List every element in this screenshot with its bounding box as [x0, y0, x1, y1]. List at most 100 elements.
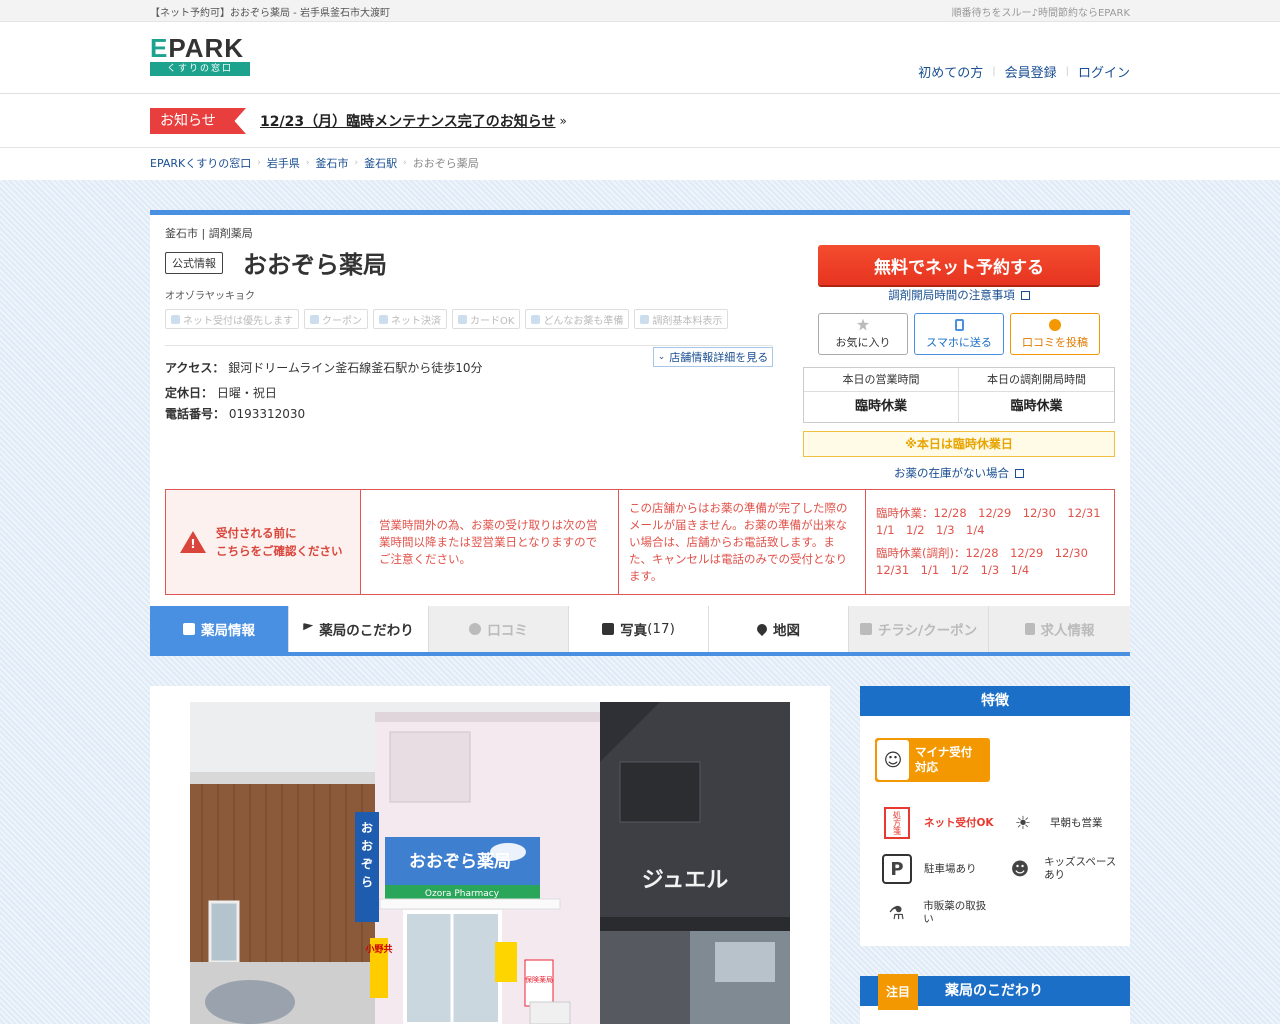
top-strip: 【ネット予約可】おおぞら薬局 - 岩手県釜石市大渡町 順番待ちをスルー♪時間節約…: [0, 0, 1280, 22]
access-label: アクセス：: [165, 361, 225, 375]
nav-first-time[interactable]: 初めての方: [918, 62, 983, 81]
nav-separator: |: [992, 65, 996, 77]
tab-commitment[interactable]: 薬局のこだわり: [289, 606, 429, 652]
neighbor-sign-text: ジュエル: [642, 867, 728, 893]
warning-box: 受付される前に こちらをご確認ください 営業時間外の為、お薬の受け取りは次の営業…: [165, 489, 1115, 595]
megaphone-icon: [171, 314, 180, 324]
medicine-icon: ⚗: [888, 902, 905, 924]
post-review-button[interactable]: 口コミを投稿: [1010, 313, 1100, 355]
warning-icon: [180, 531, 206, 553]
card-icon: [458, 314, 467, 324]
closed-days-text: 臨時休業：12/28 12/29 12/30 12/31 1/1 1/2 1/3…: [876, 506, 1113, 537]
nav-login[interactable]: ログイン: [1078, 62, 1130, 81]
features-panel: 特徴 ☺ マイナ受付 対応 処方箋 ネット受付OK ☀ 早朝も営業 P 駐車場あ…: [860, 686, 1130, 946]
yellow-poster: [495, 942, 517, 982]
vertical-sign-text: 小野共: [364, 943, 392, 955]
chevron-right-icon: ›: [403, 158, 407, 168]
shop-category: 釜石市 | 調剤薬局: [165, 227, 253, 240]
warning-hours-text: 営業時間外の為、お薬の受け取りは次の営業時間以降または翌営業日となりますのでご注…: [361, 490, 619, 594]
tab-photos[interactable]: 写真 (17): [569, 606, 709, 652]
feature-early-morning: ☀ 早朝も営業: [1006, 806, 1121, 840]
speech-bubble-icon: [469, 623, 482, 635]
phone-label: 電話番号：: [165, 407, 226, 421]
feature-tag: ネット受付は優先します: [165, 309, 299, 329]
map-pin-icon: [754, 621, 770, 637]
external-link-icon: [1015, 469, 1024, 478]
dispensing-value: 臨時休業: [1010, 399, 1063, 414]
breadcrumb-home[interactable]: EPARKくすりの窓口: [150, 155, 251, 171]
favorite-button[interactable]: お気に入り: [818, 313, 908, 355]
holiday-row: 定休日： 日曜・祝日: [165, 384, 277, 401]
feature-tag: 調剤基本料表示: [634, 309, 729, 329]
parking-icon: P: [880, 852, 914, 886]
warning-closed-days: 臨時休業：12/28 12/29 12/30 12/31 1/1 1/2 1/3…: [866, 490, 1114, 594]
epark-logo[interactable]: EPARK くすりの窓口: [150, 34, 250, 76]
send-to-phone-button[interactable]: スマホに送る: [914, 313, 1004, 355]
commitment-title: 注目 薬局のこだわり: [860, 974, 1130, 1010]
hours-label: 本日の営業時間: [804, 368, 959, 392]
svg-text:ぞ: ぞ: [361, 857, 373, 871]
storefront-illustration: お お ぞ ら おおぞら薬局 Ozora Pharmacy 保険薬局 小野共 ジ: [190, 702, 790, 1024]
phone-value: 0193312030: [228, 407, 306, 421]
breadcrumb-current: おおぞら薬局: [412, 157, 479, 170]
warning-head-line: こちらをご確認ください: [216, 544, 343, 558]
star-icon: [857, 318, 869, 331]
tab-shop-info[interactable]: 薬局情報: [150, 606, 289, 652]
smartphone-icon: [954, 318, 964, 331]
feature-tag: どんなお薬も準備: [525, 309, 630, 329]
feature-label: ネット受付OK: [924, 816, 994, 829]
holiday-label: 定休日：: [165, 386, 214, 400]
notice-link[interactable]: 12/23（月）臨時メンテナンス完了のお知らせ: [260, 111, 556, 131]
feature-otc-medicine: ⚗ 市販薬の取扱い: [880, 896, 995, 930]
breadcrumb-prefecture[interactable]: 岩手県: [267, 155, 300, 171]
document-icon: [640, 314, 650, 324]
reserve-button[interactable]: 無料でネット予約する: [818, 245, 1100, 285]
phone-row: 電話番号： 0193312030: [165, 405, 305, 422]
access-row: アクセス： 銀河ドリームライン釜石線釜石駅から徒歩10分: [165, 359, 483, 376]
flag-icon: [303, 623, 314, 631]
warning-mail-text: この店舗からはお薬の準備が完了した際のメールが届きません。お薬の準備が出来ない場…: [619, 490, 866, 594]
shop-tabs: 薬局情報 薬局のこだわり 口コミ 写真 (17) 地図 チラシ/クーポン 求人情報: [150, 606, 1130, 656]
feature-label: 早朝も営業: [1050, 816, 1103, 829]
breadcrumb-city[interactable]: 釜石市: [315, 155, 348, 171]
tab-jobs[interactable]: 求人情報: [989, 606, 1130, 652]
header-nav: 初めての方 | 会員登録 | ログイン: [918, 62, 1130, 81]
tab-map[interactable]: 地図: [709, 606, 849, 652]
shop-card: 釜石市 | 調剤薬局 公式情報 おおぞら薬局 オオゾラヤッキョク ネット受付は優…: [150, 210, 1130, 656]
building-icon: [1024, 623, 1035, 635]
notice-bar: お知らせ 12/23（月）臨時メンテナンス完了のお知らせ »: [0, 94, 1280, 148]
top-tagline: 順番待ちをスルー♪時間節約ならEPARK: [951, 7, 1130, 19]
speech-bubble-icon: [1049, 318, 1061, 331]
chevron-right-icon: ›: [354, 158, 359, 168]
nav-separator: |: [1065, 65, 1069, 77]
page-title: おおぞら薬局: [243, 251, 387, 279]
feature-label: 市販薬の取扱い: [923, 900, 987, 925]
feature-net-reception: 処方箋 ネット受付OK: [880, 806, 995, 840]
side-sign-char: お: [361, 821, 373, 835]
chevron-right-icon: ›: [305, 158, 310, 168]
feature-kids-space: ☻ キッズスペースあり: [1006, 852, 1121, 886]
photo-panel: お お ぞ ら おおぞら薬局 Ozora Pharmacy 保険薬局 小野共 ジ: [150, 686, 830, 1024]
sun-icon: ☀: [1014, 812, 1032, 834]
myna-line: マイナ受付: [915, 745, 973, 759]
medical-bag-icon: [183, 623, 195, 635]
tab-flyer-coupon[interactable]: チラシ/クーポン: [849, 606, 989, 652]
yen-icon: [379, 314, 388, 324]
hours-table: 本日の営業時間 本日の調剤開局時間 臨時休業 臨時休業: [803, 367, 1115, 423]
dispensing-label: 本日の調剤開局時間: [959, 368, 1114, 392]
stock-link[interactable]: お薬の在庫がない場合: [803, 465, 1115, 481]
breadcrumb-station[interactable]: 釜石駅: [364, 155, 397, 171]
warning-head: 受付される前に こちらをご確認ください: [166, 490, 361, 594]
myna-line: 対応: [915, 760, 938, 774]
shop-kana: オオゾラヤッキョク: [165, 291, 255, 302]
tab-reviews[interactable]: 口コミ: [429, 606, 569, 652]
nav-register[interactable]: 会員登録: [1005, 62, 1057, 81]
closed-notice: ※本日は臨時休業日: [803, 431, 1115, 457]
shop-detail-button[interactable]: ⌄ 店舗情報詳細を見る: [653, 347, 773, 367]
features-title: 特徴: [860, 686, 1130, 716]
svg-text:保険薬局: 保険薬局: [525, 975, 553, 984]
storefront-photo[interactable]: お お ぞ ら おおぞら薬局 Ozora Pharmacy 保険薬局 小野共 ジ: [190, 702, 790, 1024]
dispensing-note-link[interactable]: 調剤開局時間の注意事項: [818, 287, 1100, 303]
hours-value: 臨時休業: [804, 392, 959, 422]
notice-badge: お知らせ: [150, 108, 246, 134]
